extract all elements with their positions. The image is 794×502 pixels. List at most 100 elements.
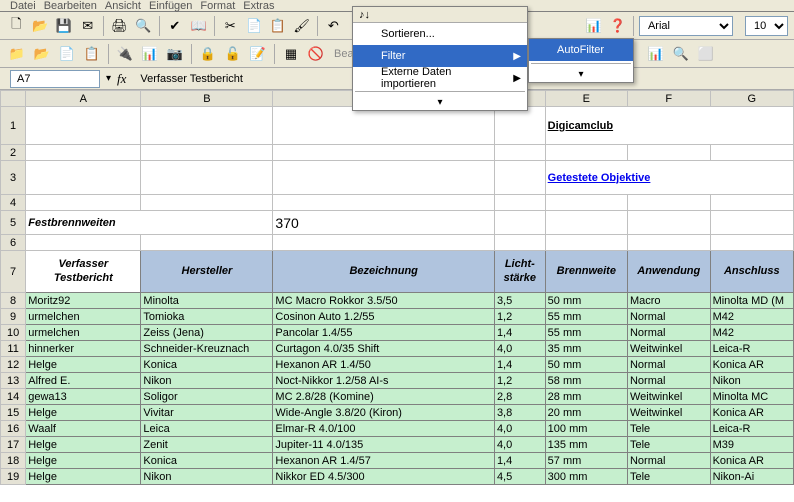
chart-icon[interactable]: 📊 [583, 15, 604, 37]
cell-verfasser[interactable]: Alfred E. [26, 373, 141, 389]
cell-anwendung[interactable]: Normal [627, 373, 710, 389]
cell-brennweite[interactable]: 58 mm [545, 373, 627, 389]
cell-hersteller[interactable]: Soligor [141, 389, 273, 405]
cell-bezeichnung[interactable]: Hexanon AR 1.4/50 [273, 357, 495, 373]
tb2-icon-right-3[interactable]: ⬜ [695, 43, 717, 65]
table-row[interactable]: 15HelgeVivitarWide-Angle 3.8/20 (Kiron)3… [1, 405, 794, 421]
cell-bezeichnung[interactable]: Hexanon AR 1.4/57 [273, 453, 495, 469]
cell-brennweite[interactable]: 135 mm [545, 437, 627, 453]
menu-bearbeiten[interactable]: Bearbeiten [44, 0, 97, 12]
table-row[interactable]: 9urmelchenTomiokaCosinon Auto 1.2/551,25… [1, 309, 794, 325]
cell-bezeichnung[interactable]: Cosinon Auto 1.2/55 [273, 309, 495, 325]
cell-bezeichnung[interactable]: Curtagon 4.0/35 Shift [273, 341, 495, 357]
cell-anwendung[interactable]: Normal [627, 357, 710, 373]
cell-brennweite[interactable]: 55 mm [545, 309, 627, 325]
cell-bezeichnung[interactable]: Elmar-R 4.0/100 [273, 421, 495, 437]
tb2-icon-right-1[interactable]: 📊 [645, 43, 667, 65]
cell-lichtstaerke[interactable]: 1,4 [494, 325, 545, 341]
cell-brennweite[interactable]: 55 mm [545, 325, 627, 341]
cell-lichtstaerke[interactable]: 1,4 [494, 357, 545, 373]
cell-brennweite[interactable]: 28 mm [545, 389, 627, 405]
cell-verfasser[interactable]: urmelchen [26, 309, 141, 325]
cell-anwendung[interactable]: Tele [627, 469, 710, 485]
cell-anschluss[interactable]: Leica-R [710, 421, 793, 437]
undo-icon[interactable]: ↶ [323, 15, 344, 37]
cell-bezeichnung[interactable]: Wide-Angle 3.8/20 (Kiron) [273, 405, 495, 421]
print-icon[interactable]: 🖨 [109, 15, 130, 37]
cell-hersteller[interactable]: Vivitar [141, 405, 273, 421]
cell-anwendung[interactable]: Normal [627, 453, 710, 469]
cell-lichtstaerke[interactable]: 2,8 [494, 389, 545, 405]
menu-extras[interactable]: Extras [243, 0, 274, 12]
cell-anwendung[interactable]: Weitwinkel [627, 389, 710, 405]
cell-anschluss[interactable]: Konica AR [710, 405, 793, 421]
cell-anschluss[interactable]: Leica-R [710, 341, 793, 357]
tb2-icon-4[interactable]: 📋 [81, 43, 103, 65]
rowhead[interactable]: 19 [1, 469, 26, 485]
cell-lichtstaerke[interactable]: 4,0 [494, 437, 545, 453]
cell-anschluss[interactable]: M42 [710, 325, 793, 341]
cell-lichtstaerke[interactable]: 3,8 [494, 405, 545, 421]
table-row[interactable]: 18HelgeKonicaHexanon AR 1.4/571,457 mmNo… [1, 453, 794, 469]
rowhead[interactable]: 1 [1, 107, 26, 145]
rowhead[interactable]: 12 [1, 357, 26, 373]
fx-label[interactable]: fx [117, 71, 126, 87]
open-icon[interactable]: 📂 [30, 15, 51, 37]
cell-lichtstaerke[interactable]: 1,2 [494, 373, 545, 389]
cell-brennweite[interactable]: 100 mm [545, 421, 627, 437]
cell-anwendung[interactable]: Normal [627, 309, 710, 325]
table-row[interactable]: 11hinnerkerSchneider-KreuznachCurtagon 4… [1, 341, 794, 357]
rowhead[interactable]: 15 [1, 405, 26, 421]
preview-icon[interactable]: 🔍 [133, 15, 154, 37]
colhead-F[interactable]: F [627, 91, 710, 107]
menu-autofilter[interactable]: AutoFilter [529, 39, 633, 61]
cell-anwendung[interactable]: Weitwinkel [627, 405, 710, 421]
rowhead[interactable]: 11 [1, 341, 26, 357]
rowhead[interactable]: 9 [1, 309, 26, 325]
cell-brennweite[interactable]: 35 mm [545, 341, 627, 357]
rowhead[interactable]: 6 [1, 235, 26, 251]
menu-einfuegen[interactable]: Einfügen [149, 0, 192, 12]
cell-lichtstaerke[interactable]: 1,2 [494, 309, 545, 325]
rowhead[interactable]: 17 [1, 437, 26, 453]
cell-verfasser[interactable]: Helge [26, 357, 141, 373]
rowhead[interactable]: 7 [1, 251, 26, 293]
cell-verfasser[interactable]: urmelchen [26, 325, 141, 341]
cell-bezeichnung[interactable]: Jupiter-11 4.0/135 [273, 437, 495, 453]
menu-ansicht[interactable]: Ansicht [105, 0, 141, 12]
cell-hersteller[interactable]: Minolta [141, 293, 273, 309]
cell-brennweite[interactable]: 50 mm [545, 357, 627, 373]
cell-reference[interactable]: A7 [10, 70, 100, 88]
cell-lichtstaerke[interactable]: 1,4 [494, 453, 545, 469]
rowhead[interactable]: 8 [1, 293, 26, 309]
cell-hersteller[interactable]: Nikon [141, 469, 273, 485]
cell-hersteller[interactable]: Leica [141, 421, 273, 437]
tb2-icon-1[interactable]: 📁 [6, 43, 28, 65]
menu-expand-icon[interactable]: ▾ [353, 94, 527, 110]
rowhead[interactable]: 10 [1, 325, 26, 341]
format-painter-icon[interactable]: 🖌 [291, 15, 312, 37]
cell-bezeichnung[interactable]: MC 2.8/28 (Komine) [273, 389, 495, 405]
rowhead[interactable]: 14 [1, 389, 26, 405]
tb2-icon-8[interactable]: 🔒 [197, 43, 219, 65]
tb2-icon-right-2[interactable]: 🔍 [670, 43, 692, 65]
cut-icon[interactable]: ✂ [220, 15, 241, 37]
cell-brennweite[interactable]: 50 mm [545, 293, 627, 309]
colhead-G[interactable]: G [710, 91, 793, 107]
cell-verfasser[interactable]: gewa13 [26, 389, 141, 405]
research-icon[interactable]: 📖 [188, 15, 209, 37]
table-row[interactable]: 17HelgeZenitJupiter-11 4.0/1354,0135 mmT… [1, 437, 794, 453]
cell-lichtstaerke[interactable]: 4,0 [494, 421, 545, 437]
save-icon[interactable]: 💾 [54, 15, 75, 37]
cell-anschluss[interactable]: Minolta MC [710, 389, 793, 405]
cell-anschluss[interactable]: M42 [710, 309, 793, 325]
cell-verfasser[interactable]: Helge [26, 437, 141, 453]
rowhead[interactable]: 16 [1, 421, 26, 437]
rowhead[interactable]: 3 [1, 161, 26, 195]
cell-bezeichnung[interactable]: Noct-Nikkor 1.2/58 AI-s [273, 373, 495, 389]
menu-filter[interactable]: Filter ▶ [353, 45, 527, 67]
cell-anschluss[interactable]: Konica AR [710, 453, 793, 469]
cell-anwendung[interactable]: Weitwinkel [627, 341, 710, 357]
cell-bezeichnung[interactable]: Nikkor ED 4.5/300 [273, 469, 495, 485]
table-row[interactable]: 14gewa13SoligorMC 2.8/28 (Komine)2,828 m… [1, 389, 794, 405]
